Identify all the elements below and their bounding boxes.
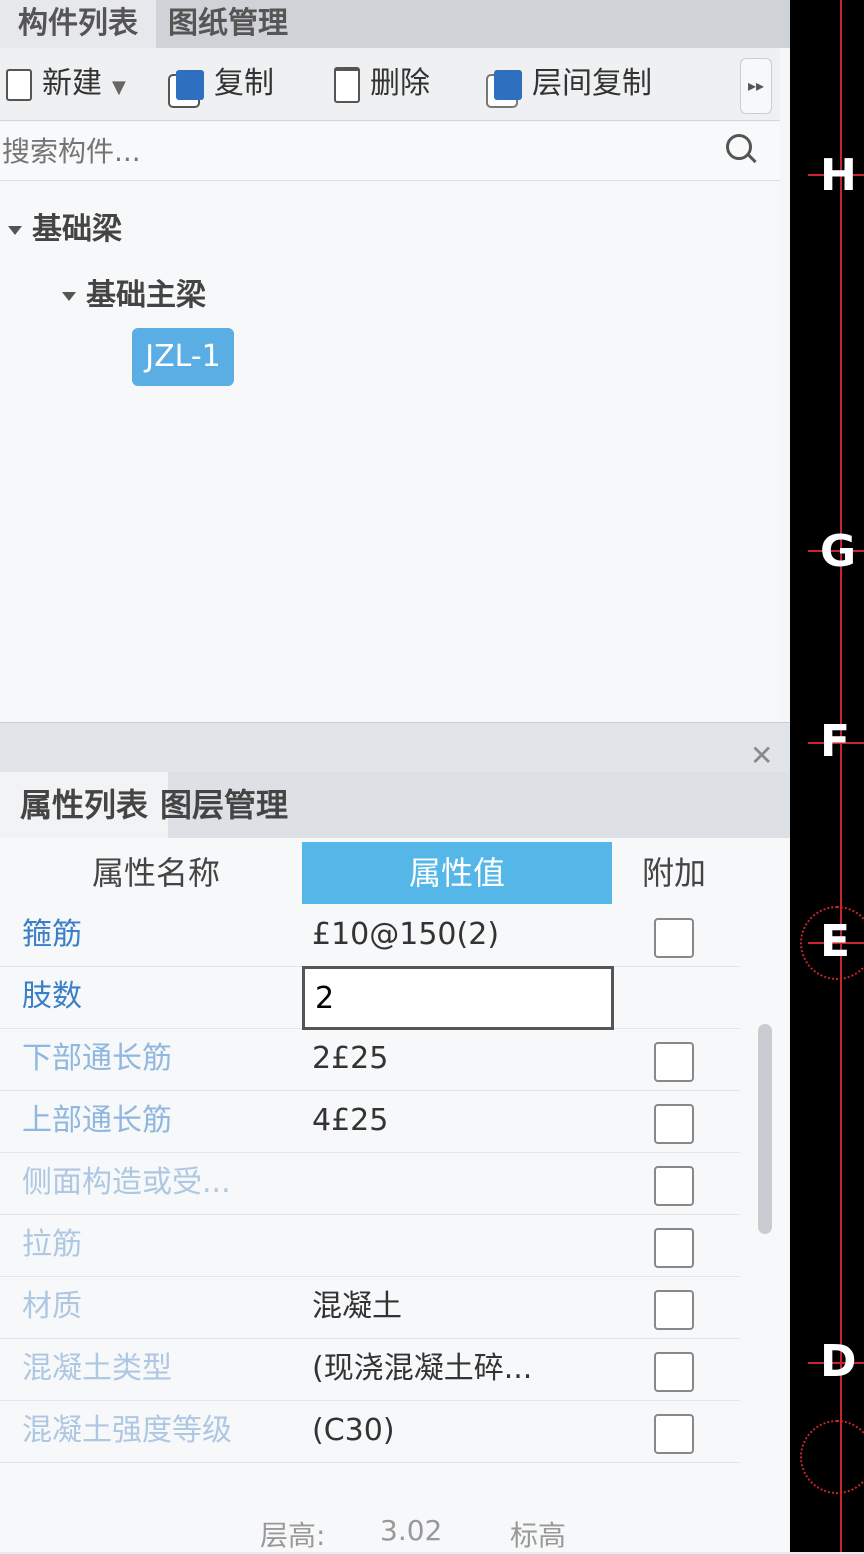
axis-marker-ring <box>800 1420 864 1494</box>
property-value[interactable]: (现浇混凝土碎... <box>312 1338 532 1400</box>
property-name: 侧面构造或受... <box>22 1165 231 1200</box>
elevation-label: 标高 <box>510 1519 567 1552</box>
expand-caret-icon[interactable] <box>8 226 22 235</box>
header-additional: 附加 <box>641 854 706 892</box>
tab-layer-management[interactable]: 图层管理 <box>140 772 308 838</box>
chevron-down-icon[interactable]: ▼ <box>112 77 126 98</box>
axis-line <box>840 0 842 1552</box>
header-property-value: 属性值 <box>302 842 612 904</box>
property-value[interactable]: 混凝土 <box>312 1276 402 1338</box>
tree-leaf-jzl-1[interactable]: JZL-1 <box>132 328 234 386</box>
property-row-concrete-grade[interactable]: 混凝土强度等级 (C30) <box>0 1400 740 1463</box>
property-row-top-bar[interactable]: 上部通长筋 4£25 <box>0 1090 740 1153</box>
grid-scrollbar[interactable] <box>758 1024 772 1234</box>
property-row-stirrup[interactable]: 箍筋 £10@150(2) <box>0 904 740 967</box>
property-name: 肢数 <box>22 979 82 1014</box>
property-name: 下部通长筋 <box>22 1041 172 1076</box>
more-tools-button[interactable]: ▸▸ <box>740 58 772 114</box>
floor-height-value: 3.02 <box>380 1514 443 1547</box>
new-label: 新建 <box>42 66 102 101</box>
property-name: 拉筋 <box>22 1227 82 1262</box>
search-input[interactable] <box>0 128 704 174</box>
property-row-bottom-bar[interactable]: 下部通长筋 2£25 <box>0 1028 740 1091</box>
property-value[interactable]: (C30) <box>312 1400 395 1462</box>
expand-caret-icon[interactable] <box>62 292 76 301</box>
property-row-tie-bar[interactable]: 拉筋 <box>0 1214 740 1277</box>
property-grid: 属性名称 属性值 附加 箍筋 £10@150(2) 肢数 下部通长筋 2£25 … <box>0 838 790 1552</box>
additional-checkbox[interactable] <box>654 1352 694 1392</box>
property-value[interactable]: 4£25 <box>312 1090 388 1152</box>
tree-node-label: 基础主梁 <box>86 278 206 313</box>
axis-label-h: H <box>820 150 857 201</box>
additional-checkbox[interactable] <box>654 1042 694 1082</box>
tab-component-list[interactable]: 构件列表 <box>0 0 156 48</box>
delete-button[interactable]: 删除 <box>334 62 430 106</box>
component-tree: 基础梁 基础主梁 JZL-1 <box>0 182 780 722</box>
toolbar: 新建 ▼ 复制 删除 层间复制 ▸▸ <box>0 48 780 121</box>
property-name: 材质 <box>22 1289 82 1324</box>
axis-label-f: F <box>820 716 851 767</box>
property-row-side-bar[interactable]: 侧面构造或受... <box>0 1152 740 1215</box>
additional-checkbox[interactable] <box>654 918 694 958</box>
copy-label: 复制 <box>214 66 274 101</box>
property-row-material[interactable]: 材质 混凝土 <box>0 1276 740 1339</box>
component-panel: 构件列表 图纸管理 新建 ▼ 复制 删除 层间复制 ▸▸ 基础梁 基础主梁 JZL… <box>0 0 790 1552</box>
status-footer: 层高: 3.02 标高 <box>0 1508 790 1552</box>
copy-icon <box>176 69 204 100</box>
additional-checkbox[interactable] <box>654 1414 694 1454</box>
tree-node-foundation-beam[interactable]: 基础梁 <box>8 204 122 248</box>
drawing-canvas[interactable]: H G F E D <box>790 0 864 1552</box>
legs-value-editor[interactable] <box>302 966 614 1030</box>
tree-node-label: 基础梁 <box>32 212 122 247</box>
property-row-concrete-type[interactable]: 混凝土类型 (现浇混凝土碎... <box>0 1338 740 1401</box>
property-value[interactable]: 2£25 <box>312 1028 388 1090</box>
additional-checkbox[interactable] <box>654 1166 694 1206</box>
panel-splitter[interactable]: ✕ <box>0 722 790 773</box>
search-bar <box>0 122 780 181</box>
floor-copy-label: 层间复制 <box>532 66 652 101</box>
additional-checkbox[interactable] <box>654 1290 694 1330</box>
tab-drawing-management[interactable]: 图纸管理 <box>150 0 306 48</box>
axis-label-e: E <box>820 916 851 967</box>
new-button[interactable]: 新建 ▼ <box>6 62 126 106</box>
trash-icon <box>334 66 360 103</box>
additional-checkbox[interactable] <box>654 1228 694 1268</box>
property-value[interactable]: £10@150(2) <box>312 904 499 966</box>
axis-label-d: D <box>820 1336 857 1387</box>
close-icon[interactable]: ✕ <box>750 739 773 772</box>
floor-copy-button[interactable]: 层间复制 <box>494 62 652 106</box>
property-name: 混凝土类型 <box>22 1351 172 1386</box>
property-name: 上部通长筋 <box>22 1103 172 1138</box>
delete-label: 删除 <box>370 66 430 101</box>
floor-height-label: 层高: <box>260 1519 326 1552</box>
additional-checkbox[interactable] <box>654 1104 694 1144</box>
property-name: 箍筋 <box>22 917 82 952</box>
bottom-tab-bar: 属性列表 图层管理 <box>0 772 790 838</box>
copy-button[interactable]: 复制 <box>176 62 274 106</box>
tree-node-foundation-main-beam[interactable]: 基础主梁 <box>62 270 206 314</box>
header-property-name: 属性名称 <box>91 854 220 892</box>
search-icon[interactable] <box>726 134 752 160</box>
floor-copy-icon <box>494 69 522 100</box>
property-name: 混凝土强度等级 <box>22 1413 232 1448</box>
legs-value-input[interactable] <box>313 973 597 1023</box>
axis-label-g: G <box>820 526 857 577</box>
new-file-icon <box>6 68 32 101</box>
top-tab-bar: 构件列表 图纸管理 <box>0 0 790 48</box>
